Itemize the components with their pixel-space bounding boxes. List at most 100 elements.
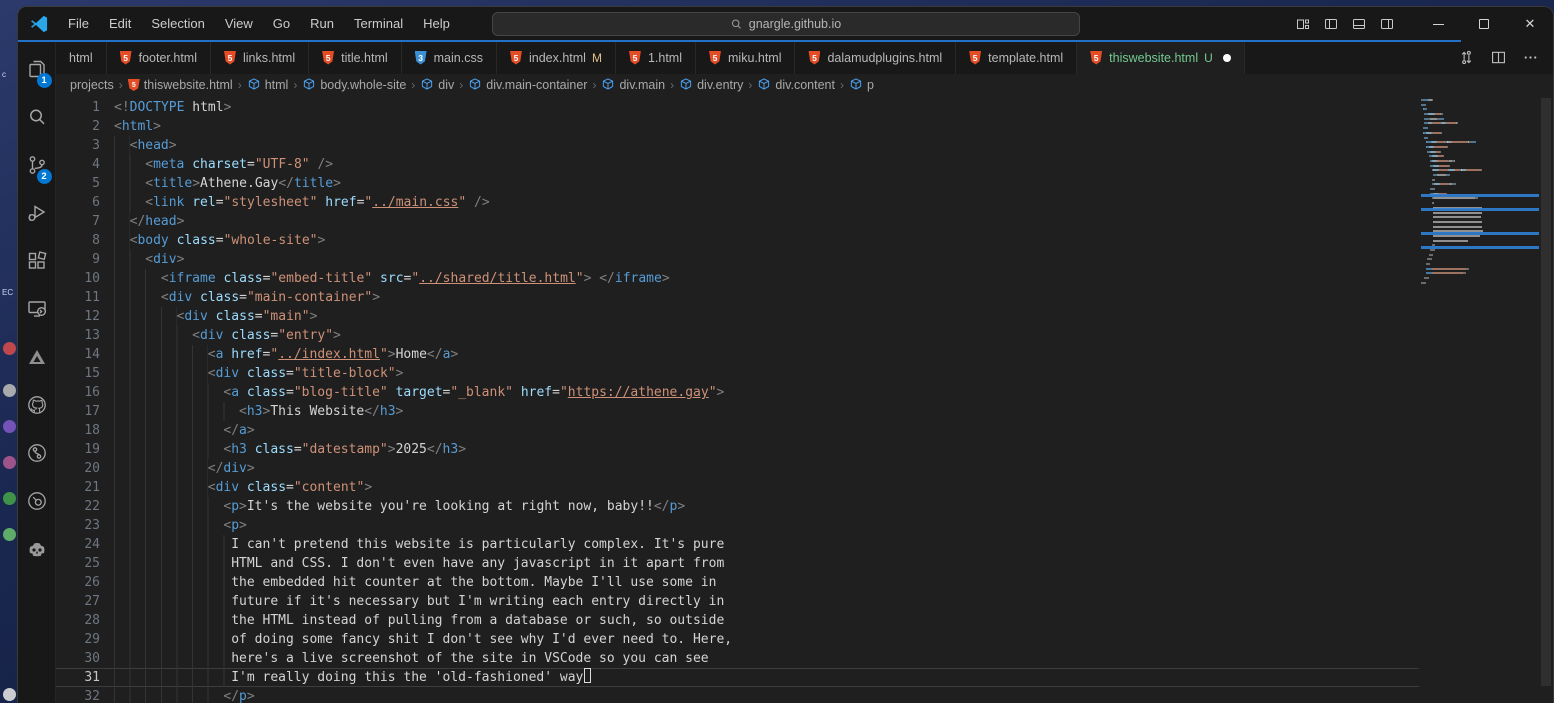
tab-links-html[interactable]: 5links.html (211, 41, 309, 74)
code-line[interactable]: 6<link rel="stylesheet" href="../main.cs… (56, 193, 1419, 212)
activity-search[interactable] (18, 95, 56, 143)
line-number[interactable]: 30 (56, 649, 100, 668)
activity-godot-tools[interactable] (18, 527, 56, 575)
line-number[interactable]: 14 (56, 345, 100, 364)
activity-run-and-debug[interactable] (18, 191, 56, 239)
line-number[interactable]: 17 (56, 402, 100, 421)
code-line[interactable]: 30here's a live screenshot of the site i… (56, 649, 1419, 668)
code-line[interactable]: 10<iframe class="embed-title" src="../sh… (56, 269, 1419, 288)
code-line[interactable]: 2<html> (56, 117, 1419, 136)
line-number[interactable]: 4 (56, 155, 100, 174)
minimap[interactable] (1421, 99, 1539, 703)
taskbar-icon[interactable] (3, 456, 16, 469)
split-editor-button[interactable] (1485, 45, 1511, 71)
line-number[interactable]: 10 (56, 269, 100, 288)
menu-file[interactable]: File (58, 7, 99, 41)
code-line[interactable]: 15<div class="title-block"> (56, 364, 1419, 383)
code-line[interactable]: 23<p> (56, 516, 1419, 535)
menu-help[interactable]: Help (413, 7, 460, 41)
tab-template-html[interactable]: 5template.html (956, 41, 1077, 74)
command-center-search[interactable]: gnargle.github.io (492, 12, 1080, 36)
code-line[interactable]: 19<h3 class="datestamp">2025</h3> (56, 440, 1419, 459)
activity-github[interactable] (18, 383, 56, 431)
line-number[interactable]: 20 (56, 459, 100, 478)
open-changes-button[interactable] (1453, 45, 1479, 71)
taskbar-icon[interactable] (3, 384, 16, 397)
line-number[interactable]: 16 (56, 383, 100, 402)
more-actions-button[interactable] (1517, 45, 1543, 71)
tab-footer-html[interactable]: 5footer.html (107, 41, 211, 74)
line-number[interactable]: 11 (56, 288, 100, 307)
close-button[interactable]: ✕ (1507, 7, 1553, 41)
code-line[interactable]: 3<head> (56, 136, 1419, 155)
code-line[interactable]: 11<div class="main-container"> (56, 288, 1419, 307)
code-line[interactable]: 26the embedded hit counter at the bottom… (56, 573, 1419, 592)
line-number[interactable]: 9 (56, 250, 100, 269)
code-line[interactable]: 29of doing some fancy shit I don't see w… (56, 630, 1419, 649)
tab-html[interactable]: html (56, 41, 107, 74)
line-number[interactable]: 8 (56, 231, 100, 250)
activity-source-control[interactable]: 2 (18, 143, 56, 191)
breadcrumb-item-div-main-container[interactable]: div.main-container (468, 77, 587, 94)
line-number[interactable]: 24 (56, 535, 100, 554)
code-line[interactable]: 4<meta charset="UTF-8" /> (56, 155, 1419, 174)
tab-thiswebsite-html[interactable]: 5thiswebsite.htmlU (1077, 41, 1245, 74)
breadcrumb-item-body-whole-site[interactable]: body.whole-site (302, 77, 406, 94)
menu-edit[interactable]: Edit (99, 7, 141, 41)
toggle-primary-sidebar-button[interactable] (1317, 7, 1345, 41)
line-number[interactable]: 1 (56, 98, 100, 117)
line-number[interactable]: 19 (56, 440, 100, 459)
line-number[interactable]: 22 (56, 497, 100, 516)
line-number[interactable]: 23 (56, 516, 100, 535)
taskbar-icon[interactable] (3, 528, 16, 541)
breadcrumb-item-div-content[interactable]: div.content (757, 77, 835, 94)
vertical-scrollbar[interactable] (1539, 96, 1553, 703)
code-line[interactable]: 18</a> (56, 421, 1419, 440)
code-line[interactable]: 8<body class="whole-site"> (56, 231, 1419, 250)
taskbar-icon[interactable] (3, 492, 16, 505)
code-line[interactable]: 32</p> (56, 687, 1419, 703)
line-number[interactable]: 7 (56, 212, 100, 231)
breadcrumb-item-div[interactable]: div (420, 77, 454, 94)
breadcrumb-item-div-entry[interactable]: div.entry (679, 77, 743, 94)
code-line[interactable]: 13<div class="entry"> (56, 326, 1419, 345)
code-line[interactable]: 1<!DOCTYPE html> (56, 98, 1419, 117)
line-number[interactable]: 31 (56, 668, 100, 687)
code-line[interactable]: 27future if it's necessary but I'm writi… (56, 592, 1419, 611)
tab-title-html[interactable]: 5title.html (309, 41, 402, 74)
line-number[interactable]: 5 (56, 174, 100, 193)
breadcrumb-item-div-main[interactable]: div.main (601, 77, 665, 94)
code-line[interactable]: 16<a class="blog-title" target="_blank" … (56, 383, 1419, 402)
customize-layout-button[interactable] (1289, 7, 1317, 41)
line-number[interactable]: 27 (56, 592, 100, 611)
unsaved-dot[interactable] (1223, 54, 1231, 62)
tab-1-html[interactable]: 51.html (616, 41, 696, 74)
breadcrumb-item-p[interactable]: p (849, 77, 874, 94)
activity-extensions[interactable] (18, 239, 56, 287)
tab-dalamudplugins-html[interactable]: 5dalamudplugins.html (795, 41, 956, 74)
minimize-button[interactable] (1415, 7, 1461, 41)
taskbar-icon[interactable] (3, 342, 16, 355)
menu-view[interactable]: View (215, 7, 263, 41)
activity-remote-explorer[interactable] (18, 287, 56, 335)
maximize-button[interactable] (1461, 7, 1507, 41)
scrollbar-thumb[interactable] (1541, 98, 1551, 686)
breadcrumb-item-html[interactable]: html (247, 77, 289, 94)
line-number[interactable]: 2 (56, 117, 100, 136)
tab-index-html[interactable]: 5index.htmlM (497, 41, 616, 74)
breadcrumb-item-projects[interactable]: projects (70, 78, 114, 92)
code-line[interactable]: 9<div> (56, 250, 1419, 269)
code-line[interactable]: 22<p>It's the website you're looking at … (56, 497, 1419, 516)
activity-gitlens[interactable] (18, 431, 56, 479)
line-number[interactable]: 18 (56, 421, 100, 440)
code-line[interactable]: 17<h3>This Website</h3> (56, 402, 1419, 421)
line-number[interactable]: 3 (56, 136, 100, 155)
line-number[interactable]: 13 (56, 326, 100, 345)
activity-explorer[interactable]: 1 (18, 47, 56, 95)
menu-run[interactable]: Run (300, 7, 344, 41)
code-line[interactable]: 25HTML and CSS. I don't even have any ja… (56, 554, 1419, 573)
code-line[interactable]: 31I'm really doing this the 'old-fashion… (56, 668, 1419, 687)
taskbar-icon[interactable] (3, 688, 16, 701)
code-line[interactable]: 5<title>Athene.Gay</title> (56, 174, 1419, 193)
line-number[interactable]: 12 (56, 307, 100, 326)
